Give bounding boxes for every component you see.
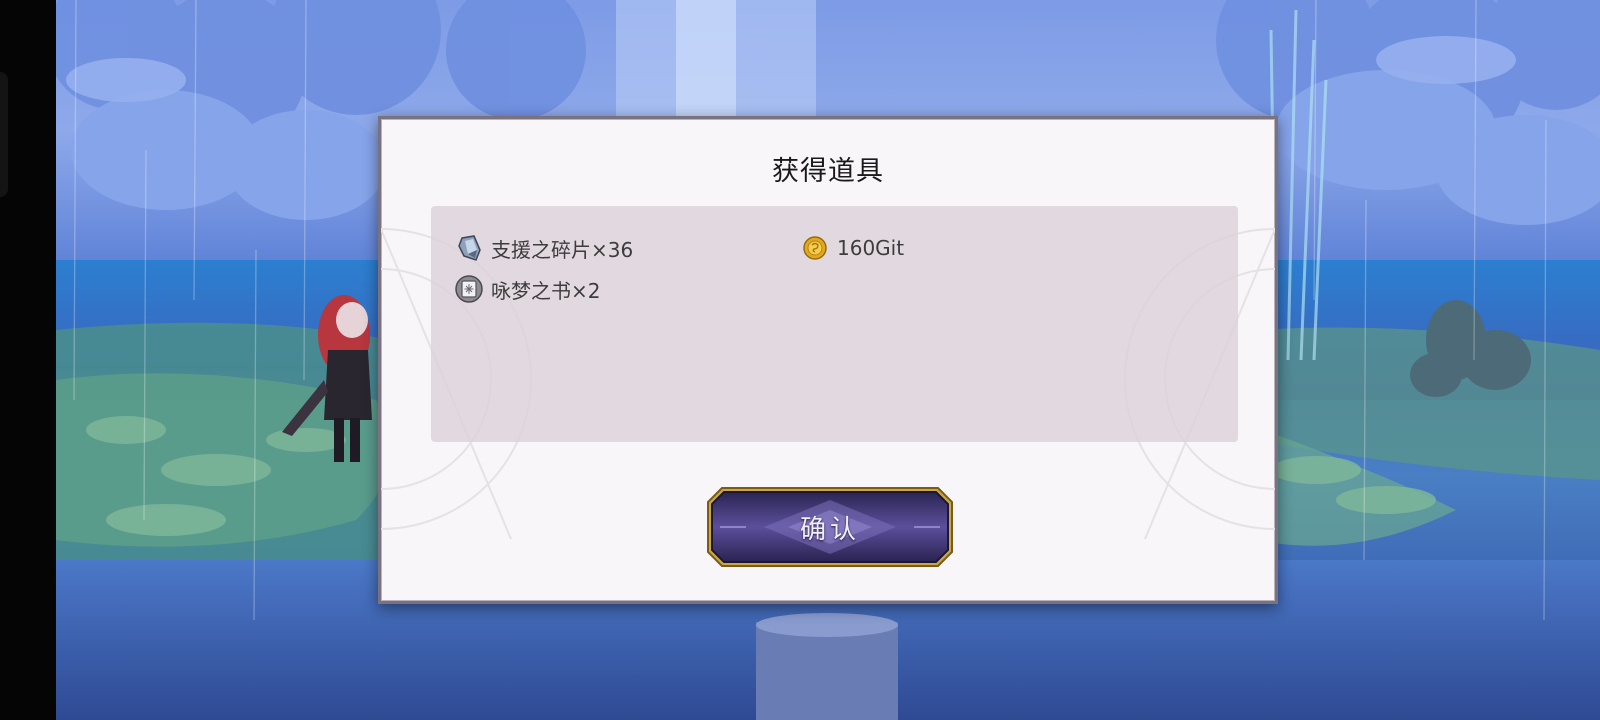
confirm-button[interactable]: 确认 <box>706 486 954 568</box>
dialog-title: 获得道具 <box>772 156 884 187</box>
game-screen: 获得道具 支援之碎片×36 160Git 咏梦之书×2 确认 <box>0 0 1600 720</box>
gold-coin-icon <box>801 234 829 262</box>
reward-item-git: 160Git <box>801 232 904 264</box>
book-icon <box>455 275 483 303</box>
reward-item-support-shard: 支援之碎片×36 <box>455 232 633 264</box>
confirm-button-label: 确认 <box>799 514 860 545</box>
screen-edge-bar <box>0 0 56 720</box>
reward-item-dream-book: 咏梦之书×2 <box>455 273 600 305</box>
item-reward-dialog: 获得道具 支援之碎片×36 160Git 咏梦之书×2 确认 <box>378 116 1278 604</box>
reward-item-label: 160Git <box>837 236 905 260</box>
screen-edge-notch <box>0 72 8 197</box>
reward-list-panel: 支援之碎片×36 160Git 咏梦之书×2 <box>431 206 1238 442</box>
reward-item-label: 支援之碎片×36 <box>491 237 634 262</box>
reward-item-label: 咏梦之书×2 <box>491 278 601 303</box>
crystal-shard-icon <box>455 234 483 262</box>
